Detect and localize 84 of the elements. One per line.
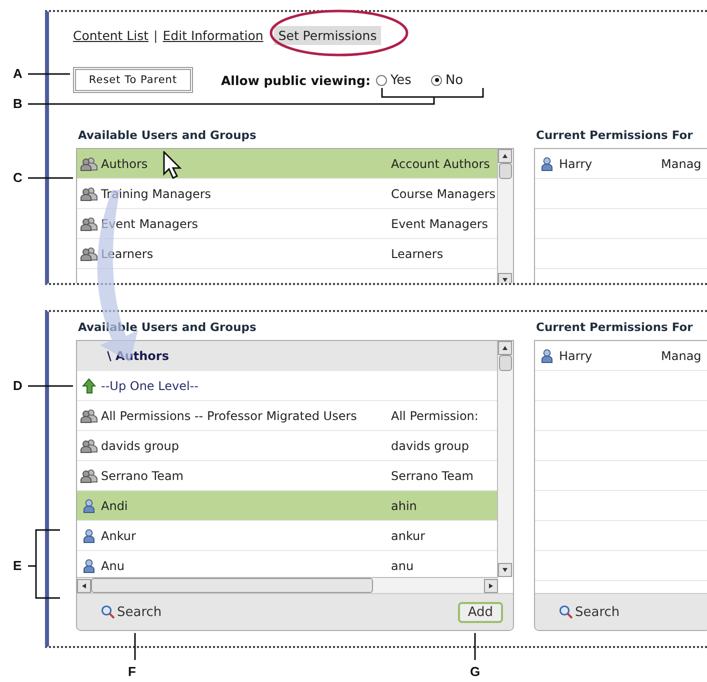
group-icon bbox=[80, 408, 98, 422]
user-name: Ankur bbox=[101, 528, 136, 542]
leader-line bbox=[28, 73, 70, 75]
user-login: davids group bbox=[391, 438, 469, 452]
scroll-thumb[interactable] bbox=[499, 355, 512, 371]
user-login: anu bbox=[391, 558, 414, 572]
user-icon bbox=[83, 558, 95, 572]
user-icon bbox=[541, 348, 553, 362]
group-icon bbox=[80, 468, 98, 482]
radio-option[interactable]: No bbox=[431, 72, 464, 88]
nav-separator: | bbox=[154, 28, 158, 42]
user-name: Training Managers bbox=[101, 186, 212, 200]
user-name: Event Managers bbox=[101, 216, 198, 230]
up-one-level-link[interactable]: --Up One Level-- bbox=[101, 378, 198, 392]
user-name: Andi bbox=[101, 498, 128, 512]
triangle-icon bbox=[81, 582, 87, 588]
triangle-icon bbox=[502, 153, 508, 159]
group-icon bbox=[80, 246, 98, 260]
search-link[interactable]: Search bbox=[101, 604, 162, 620]
group-icon bbox=[80, 156, 98, 170]
user-icon bbox=[83, 528, 95, 542]
triangle-icon bbox=[502, 345, 508, 351]
leader-line bbox=[28, 385, 73, 387]
user-icon bbox=[541, 156, 553, 170]
group-icon bbox=[80, 216, 98, 230]
list-row[interactable]: Andi ahin bbox=[77, 491, 497, 521]
callout-label: B bbox=[13, 96, 22, 111]
vertical-scrollbar[interactable] bbox=[497, 341, 513, 577]
user-role: Manag bbox=[661, 156, 702, 170]
user-login: Serrano Team bbox=[391, 468, 474, 482]
user-name: All Permissions -- Professor Migrated Users bbox=[101, 408, 357, 422]
nav-link[interactable]: Edit Information bbox=[162, 28, 264, 42]
user-name: Learners bbox=[101, 246, 154, 260]
search-icon bbox=[101, 605, 115, 619]
user-login: Account Authors bbox=[391, 156, 490, 170]
callout-label: D bbox=[13, 378, 22, 393]
up-arrow-icon bbox=[82, 378, 96, 394]
search-link[interactable]: Search bbox=[559, 604, 620, 620]
add-button[interactable]: Add bbox=[458, 602, 503, 622]
triangle-icon bbox=[502, 567, 508, 573]
section-heading: Available Users and Groups bbox=[77, 320, 258, 336]
list-row[interactable]: Authors Account Authors bbox=[77, 149, 497, 179]
user-login: Event Managers bbox=[391, 216, 488, 230]
user-name: Harry bbox=[559, 348, 592, 362]
mouse-pointer-icon bbox=[163, 151, 185, 179]
triangle-icon bbox=[488, 582, 494, 588]
radio-option[interactable]: Yes bbox=[376, 72, 412, 88]
leader-line bbox=[27, 529, 61, 599]
scroll-thumb[interactable] bbox=[91, 578, 373, 593]
section-heading: Available Users and Groups bbox=[77, 128, 258, 144]
user-name: davids group bbox=[101, 438, 179, 452]
leader-line bbox=[134, 633, 136, 660]
user-name: Authors bbox=[101, 156, 148, 170]
section-heading: Current Permissions For bbox=[535, 128, 694, 144]
user-login: Course Managers bbox=[391, 186, 496, 200]
search-icon bbox=[559, 605, 573, 619]
callout-label: A bbox=[13, 66, 22, 81]
user-name: Anu bbox=[101, 558, 124, 572]
leader-line bbox=[28, 177, 73, 179]
user-name: Serrano Team bbox=[101, 468, 184, 482]
reset-to-parent-button[interactable]: Reset To Parent bbox=[73, 67, 193, 93]
callout-label: C bbox=[13, 170, 22, 185]
leader-line bbox=[474, 633, 476, 660]
group-icon bbox=[80, 186, 98, 200]
user-login: ankur bbox=[391, 528, 426, 542]
user-login: ahin bbox=[391, 498, 417, 512]
callout-label: G bbox=[470, 664, 480, 679]
user-name: Harry bbox=[559, 156, 592, 170]
callout-label: F bbox=[128, 664, 136, 679]
user-icon bbox=[83, 498, 95, 512]
triangle-icon bbox=[502, 277, 508, 283]
vertical-scrollbar[interactable] bbox=[497, 149, 513, 283]
callout-label: E bbox=[13, 558, 22, 573]
user-role: Manag bbox=[661, 348, 702, 362]
group-icon bbox=[80, 438, 98, 452]
nav-link[interactable]: Content List bbox=[73, 28, 149, 42]
folder-path: \ Authors bbox=[77, 341, 497, 371]
horizontal-scrollbar[interactable] bbox=[77, 577, 498, 593]
nav-link[interactable]: Set Permissions bbox=[274, 26, 381, 44]
user-login: All Permission: bbox=[391, 408, 478, 422]
user-login: Learners bbox=[391, 246, 444, 260]
scroll-thumb[interactable] bbox=[499, 163, 512, 179]
public-viewing-label: Allow public viewing: bbox=[221, 72, 370, 88]
section-heading: Current Permissions For bbox=[535, 320, 694, 336]
